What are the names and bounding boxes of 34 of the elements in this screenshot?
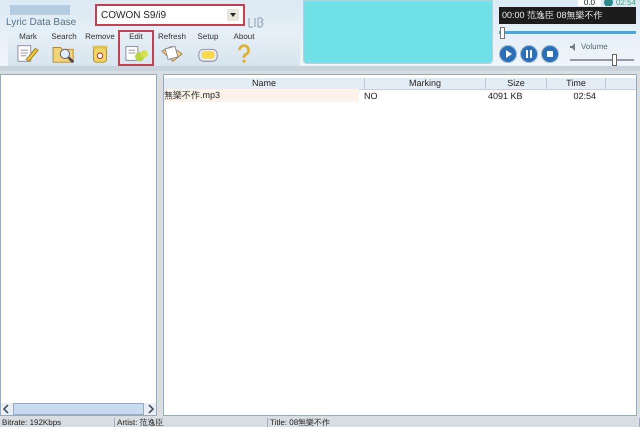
app-subtitle: Lyric Data Base [6,17,78,28]
toolbar-button[interactable]: Remove [82,30,118,66]
volume-label: Volume [581,42,608,51]
speaker-icon [570,42,578,50]
column-header[interactable]: Marking [365,78,486,89]
table-cell-text: NO [364,90,378,100]
status-text: Artist: 范逸臣 [115,418,268,427]
toolbar-button[interactable]: Refresh [154,30,190,66]
table-cell-text: 02:54 [572,90,597,100]
seek-thumb[interactable] [500,26,506,39]
duration-text: 02:54 [616,0,636,6]
scroll-right-icon [146,403,156,415]
table-cell: 無樂不作.mp3 [164,89,359,102]
stop-button[interactable] [541,45,559,63]
play-button[interactable] [499,45,517,63]
volume-thumb[interactable] [612,54,617,66]
toolbar-button[interactable]: About [226,30,262,66]
offset-field[interactable]: 0.0 [578,0,601,6]
status-text: Title: 08無樂不作 [268,418,640,427]
toolbar-button[interactable]: Search [46,30,82,66]
table-cell-text: 4091 KB [487,90,524,100]
lyric-display: 00:00 范逸臣 08無樂不作 [499,6,636,24]
toolbar-button[interactable]: Mark [10,30,46,66]
status-text: Bitrate: 192Kbps [0,418,115,427]
scroll-thumb[interactable] [13,403,144,415]
clock-icon [604,0,613,6]
scroll-left-icon [1,403,11,415]
toolbar-button[interactable]: Edit [118,30,154,66]
toolbar-button[interactable]: Setup [190,30,226,66]
column-header[interactable]: Time [547,78,606,89]
column-header[interactable]: Size [486,78,547,89]
horizontal-scrollbar[interactable] [1,403,156,415]
device-dropdown[interactable]: COWON S9/i9 [95,4,245,26]
pause-button[interactable] [520,45,538,63]
